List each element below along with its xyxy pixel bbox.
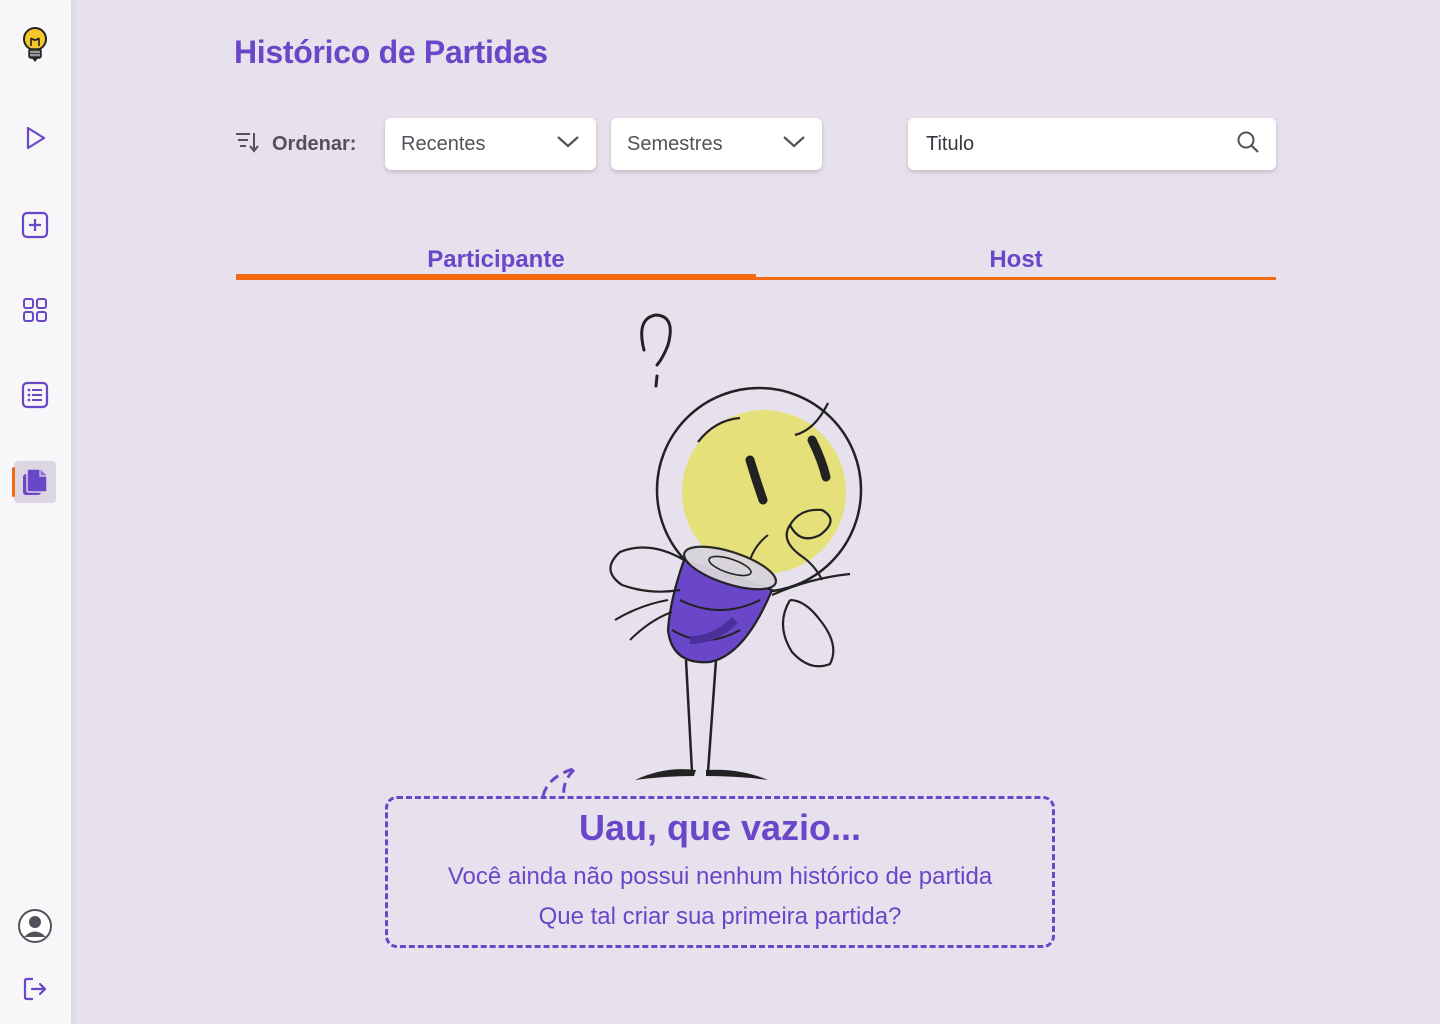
confused-lightbulb-illustration	[600, 305, 870, 795]
tab-participante[interactable]: Participante	[236, 240, 756, 280]
sort-label: Ordenar:	[272, 132, 357, 155]
documents-icon[interactable]	[12, 461, 56, 503]
order-select-value: Recentes	[401, 132, 486, 155]
page-title: Histórico de Partidas	[234, 34, 548, 70]
empty-state-suggestion: Que tal criar sua primeira partida?	[538, 903, 902, 930]
order-select[interactable]: Recentes	[385, 118, 596, 170]
add-square-icon[interactable]	[14, 204, 56, 246]
sort-icon	[234, 130, 260, 159]
chevron-down-icon	[556, 135, 580, 154]
tab-host[interactable]: Host	[756, 240, 1276, 280]
chevron-down-icon	[782, 135, 806, 154]
speech-tail-icon	[541, 766, 578, 797]
search-icon[interactable]	[1236, 130, 1260, 159]
semester-select[interactable]: Semestres	[611, 118, 822, 170]
empty-state: Uau, que vazio... Você ainda não possui …	[385, 796, 1055, 948]
search-input[interactable]	[924, 131, 1236, 157]
logout-icon[interactable]	[14, 968, 56, 1010]
lightbulb-logo-icon[interactable]	[14, 24, 56, 66]
search-box[interactable]	[908, 118, 1276, 170]
empty-state-message: Você ainda não possui nenhum histórico d…	[447, 863, 993, 890]
play-icon[interactable]	[14, 117, 56, 159]
semester-select-value: Semestres	[627, 132, 723, 155]
tabs: Participante Host	[236, 240, 1276, 280]
empty-state-title: Uau, que vazio...	[578, 807, 862, 848]
sort-control[interactable]: Ordenar:	[234, 118, 356, 170]
list-icon[interactable]	[14, 374, 56, 416]
sidebar	[0, 0, 71, 1024]
grid-icon[interactable]	[14, 289, 56, 331]
user-avatar-icon[interactable]	[14, 905, 56, 947]
